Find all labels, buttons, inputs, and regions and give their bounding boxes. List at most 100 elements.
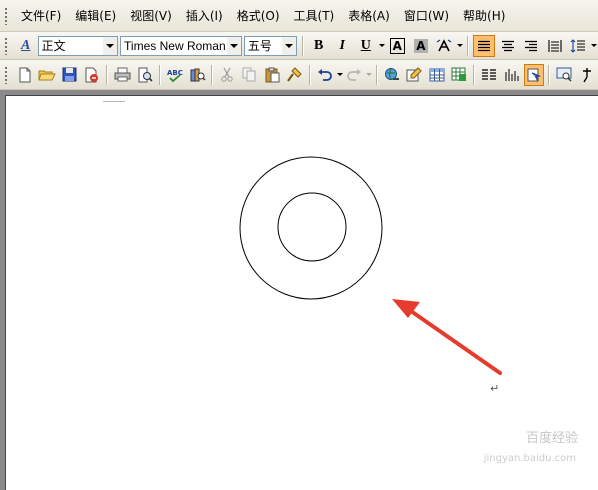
table-grid-icon: [429, 68, 445, 81]
paragraph-mark: ↵: [490, 382, 500, 395]
toolbar-separator: [473, 64, 476, 85]
columns-button[interactable]: [479, 64, 499, 86]
distributed-align-button[interactable]: [544, 35, 566, 57]
menu-tools[interactable]: 工具(T): [287, 6, 342, 26]
bold-button[interactable]: B: [308, 35, 330, 57]
font-dropdown-arrow[interactable]: [226, 36, 241, 55]
line-spacing-icon: [570, 38, 586, 53]
insert-hyperlink-button[interactable]: [382, 64, 402, 86]
toolbar-grip[interactable]: [4, 65, 8, 84]
menu-view[interactable]: 视图(V): [123, 6, 179, 26]
menu-file[interactable]: 文件(F): [14, 6, 68, 26]
menu-edit[interactable]: 编辑(E): [68, 6, 123, 26]
tables-borders-icon: [406, 66, 423, 81]
menu-insert[interactable]: 插入(I): [179, 6, 230, 26]
align-justify-button[interactable]: [473, 34, 495, 57]
show-hide-marks-button[interactable]: [577, 64, 597, 86]
new-document-button[interactable]: [15, 64, 35, 86]
font-size-value: 五号: [247, 39, 272, 53]
font-size-dropdown[interactable]: 五号: [243, 35, 297, 56]
redo-button[interactable]: [344, 64, 364, 86]
print-preview-icon: [138, 67, 153, 82]
styles-formatting-button[interactable]: A: [15, 35, 37, 57]
reading-layout-button[interactable]: [554, 64, 574, 86]
permission-button[interactable]: [82, 64, 102, 86]
spelling-check-icon: ABC: [167, 69, 183, 82]
undo-icon: [317, 68, 332, 81]
drawing-shapes-icon: [505, 68, 519, 81]
menu-bar-grip[interactable]: [4, 6, 8, 25]
standard-toolbar: ABC: [0, 60, 598, 90]
menu-window[interactable]: 窗口(W): [397, 6, 456, 26]
undo-dropdown-arrow[interactable]: [336, 73, 343, 76]
bold-icon: B: [313, 37, 324, 53]
document-area: ↵ 百度经验 jingyan.baidu.com: [0, 90, 598, 490]
character-shading-icon: A: [414, 38, 428, 53]
menu-bar: 文件(F) 编辑(E) 视图(V) 插入(I) 格式(O) 工具(T) 表格(A…: [0, 0, 598, 32]
document-page[interactable]: ↵: [5, 95, 598, 490]
menu-table[interactable]: 表格(A): [341, 6, 397, 26]
character-border-button[interactable]: A: [386, 35, 408, 57]
format-painter-button[interactable]: [284, 64, 304, 86]
line-spacing-dropdown-arrow[interactable]: [590, 44, 598, 47]
toolbar-separator: [308, 64, 311, 85]
inner-circle[interactable]: [277, 192, 347, 262]
printer-icon: [114, 67, 131, 82]
character-scaling-button[interactable]: [434, 35, 456, 57]
research-button[interactable]: [187, 64, 207, 86]
formatting-toolbar: A 正文 Times New Roman 五号 B I U A A: [0, 32, 598, 60]
menu-help[interactable]: 帮助(H): [456, 6, 512, 26]
document-map-icon: [527, 68, 542, 81]
insert-table-button[interactable]: [427, 64, 447, 86]
align-center-icon: [501, 40, 514, 51]
toolbar-separator: [106, 64, 108, 85]
svg-text:ABC: ABC: [167, 69, 183, 77]
character-scaling-dropdown-arrow[interactable]: [456, 44, 464, 47]
toolbar-separator: [301, 35, 304, 56]
redo-icon: [347, 68, 362, 81]
underline-button[interactable]: U: [355, 35, 377, 57]
font-size-dropdown-arrow[interactable]: [281, 36, 296, 55]
scissors-icon: [221, 67, 234, 82]
style-dropdown-arrow[interactable]: [103, 36, 118, 55]
redo-dropdown-arrow[interactable]: [366, 73, 373, 76]
tables-borders-button[interactable]: [404, 64, 424, 86]
font-value: Times New Roman: [124, 38, 226, 53]
spelling-grammar-button[interactable]: ABC: [165, 64, 185, 86]
excel-sheet-icon: [451, 67, 467, 81]
line-spacing-button[interactable]: [568, 35, 590, 57]
align-center-button[interactable]: [497, 35, 519, 57]
underline-dropdown-arrow[interactable]: [378, 44, 386, 47]
outer-circle[interactable]: [239, 156, 383, 300]
print-preview-button[interactable]: [134, 64, 154, 86]
print-button[interactable]: [112, 64, 132, 86]
character-shading-button[interactable]: A: [410, 35, 432, 57]
red-arrow-annotation: [392, 299, 502, 375]
toolbar-separator: [467, 35, 470, 56]
drawing-button[interactable]: [502, 64, 522, 86]
toolbar-separator: [158, 64, 161, 85]
character-border-icon: A: [389, 37, 405, 54]
open-folder-icon: [38, 70, 57, 80]
italic-button[interactable]: I: [331, 35, 353, 57]
align-right-button[interactable]: [520, 35, 542, 57]
save-button[interactable]: [59, 64, 79, 86]
insert-excel-button[interactable]: [449, 64, 469, 86]
paste-button[interactable]: [262, 64, 282, 86]
new-document-icon: [19, 67, 31, 82]
menu-format[interactable]: 格式(O): [230, 6, 287, 26]
document-map-button[interactable]: [523, 63, 545, 86]
copy-button[interactable]: [240, 64, 260, 86]
style-dropdown[interactable]: 正文: [37, 35, 119, 56]
open-button[interactable]: [37, 64, 57, 86]
columns-icon: [482, 68, 497, 80]
style-value: 正文: [41, 39, 66, 53]
drawing-canvas: [239, 156, 502, 375]
cut-button[interactable]: [217, 64, 237, 86]
research-books-icon: [190, 68, 206, 81]
undo-button[interactable]: [315, 64, 335, 86]
font-dropdown[interactable]: Times New Roman: [120, 35, 242, 56]
permission-icon: [85, 67, 99, 82]
toolbar-grip[interactable]: [4, 36, 8, 55]
align-justify-icon: [477, 40, 490, 51]
